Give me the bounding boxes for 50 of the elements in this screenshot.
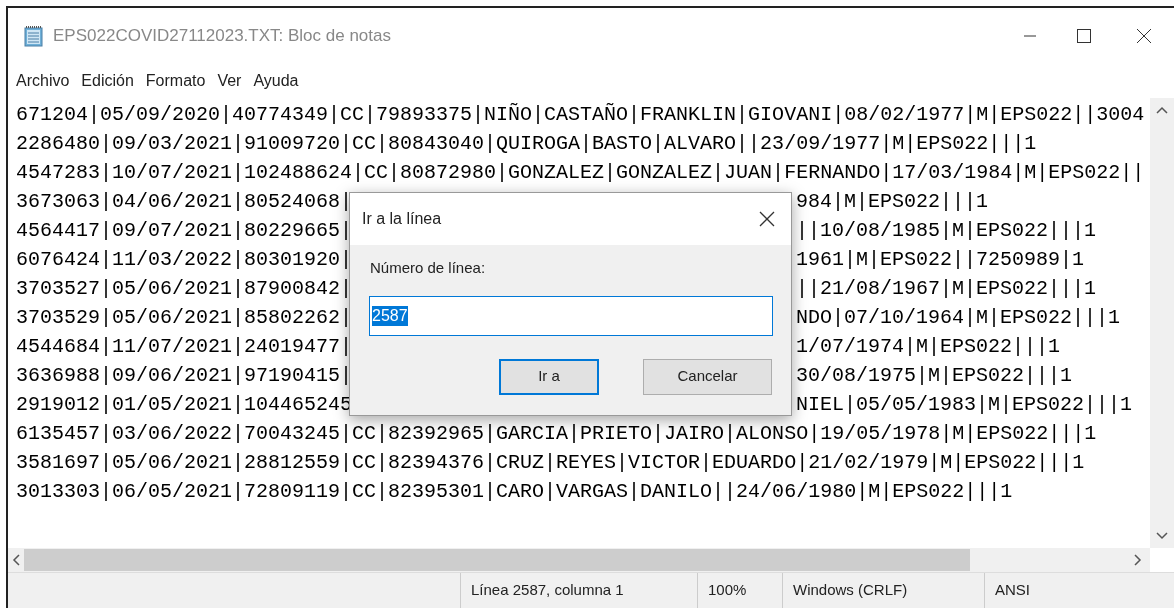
field-value: 2587 [372,305,408,326]
text-line: ||21/08/1967|M|EPS022|||1 [796,276,1097,302]
status-field: Windows (CRLF) [782,573,984,608]
text-line: NDO|07/10/1964|M|EPS022|||1 [796,305,1121,331]
horizontal-scrollbar[interactable] [8,548,1150,572]
dialog-title: Ir a la línea [362,209,442,229]
text-line: 4544684|11/07/2021|24019477| [16,334,353,360]
menu-item[interactable]: Archivo [10,69,76,93]
window-title: EPS022COVID27112023.TXT: Bloc de notas [53,25,391,48]
dialog-button[interactable]: Cancelar [643,358,772,395]
scrollbar-thumb[interactable] [24,549,970,571]
text-line: 4564417|09/07/2021|80229665| [16,218,353,244]
text-line: ||10/08/1985|M|EPS022|||1 [796,218,1097,244]
text-line: 984|M|EPS022|||1 [796,189,989,215]
dialog-button[interactable]: Ir a [499,358,599,395]
minimize-icon [1024,35,1036,37]
text-line: 3703527|05/06/2021|87900842| [16,276,353,302]
text-line: 4547283|10/07/2021|102488624|CC|80872980|GONZALEZ|GONZALEZ|JUAN|FERNANDO|17/03/1984|M|EPS022|| [16,160,1145,186]
text-line: 6076424|11/03/2022|80301920| [16,247,353,273]
text-line: 1961|M|EPS022||7250989|1 [796,247,1085,273]
line-number-field[interactable]: 2587 [369,295,773,336]
text-line: 3636988|09/06/2021|97190415| [16,363,353,389]
text-line: 3703529|05/06/2021|85802262| [16,305,353,331]
text-line: NIEL|05/05/1983|M|EPS022|||1 [796,392,1133,418]
status-field: 100% [697,573,782,608]
field-label: Número de línea: [370,258,487,278]
scroll-left-icon [12,554,20,566]
status-field: ANSI [984,573,1174,608]
scroll-up-icon [1156,106,1168,114]
menu-item[interactable]: Formato [139,69,212,93]
text-line: 6135457|03/06/2022|70043245|CC|82392965|GARCIA|PRIETO|JAIRO|ALONSO|19/05/1978|M|EPS022|||1 [16,421,1097,447]
menu-item[interactable]: Ayuda [247,69,305,93]
menu-item[interactable]: Edición [75,69,140,93]
text-line: 2286480|09/03/2021|91009720|CC|80843040|QUIROGA|BASTO|ALVARO||23/09/1977|M|EPS022|||1 [16,131,1037,157]
text-line: 671204|05/09/2020|40774349|CC|79893375|NIÑO|CASTAÑO|FRANKLIN|GIOVANI|08/02/1977|M|EPS022||3004 [16,102,1145,128]
text-line: 3581697|05/06/2021|28812559|CC|82394376|CRUZ|REYES|VICTOR|EDUARDO|21/02/1979|M|EPS022|||1 [16,450,1085,476]
notepad-icon [24,25,44,47]
menu-item[interactable]: Ver [211,69,248,93]
text-line: 3673063|04/06/2021|80524068| [16,189,353,215]
scroll-down-icon [1156,532,1168,540]
vertical-scrollbar[interactable] [1150,98,1174,548]
text-line: 1/07/1974|M|EPS022|||1 [796,334,1061,360]
text-line: 30/08/1975|M|EPS022|||1 [796,363,1073,389]
text-line: 2919012|01/05/2021|104465245 [16,392,353,418]
status-field: Línea 2587, columna 1 [460,573,697,608]
close-icon [759,211,775,227]
maximize-icon [1077,29,1091,43]
text-line: 3013303|06/05/2021|72809119|CC|82395301|CARO|VARGAS|DANILO||24/06/1980|M|EPS022|||1 [16,479,1013,505]
scroll-right-icon [1134,554,1142,566]
close-icon [1136,28,1152,44]
